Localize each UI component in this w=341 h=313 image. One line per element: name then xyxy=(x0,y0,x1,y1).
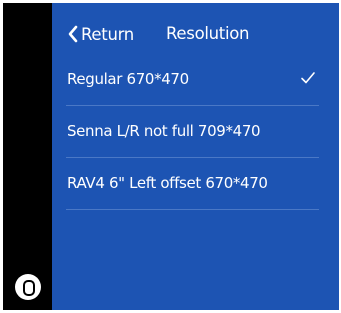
chevron-left-icon xyxy=(68,25,78,43)
option-senna[interactable]: Senna L/R not full 709*470 xyxy=(52,106,339,158)
option-label: RAV4 6" Left offset 670*470 xyxy=(67,174,268,192)
resolution-screen: Return Resolution Regular 670*470 Senna … xyxy=(52,3,339,310)
return-label: Return xyxy=(81,24,134,44)
home-button-icon xyxy=(23,280,35,296)
device-frame: Return Resolution Regular 670*470 Senna … xyxy=(0,0,341,313)
option-rav4[interactable]: RAV4 6" Left offset 670*470 xyxy=(52,158,339,210)
option-label: Regular 670*470 xyxy=(67,70,189,88)
top-bar: Return Resolution xyxy=(52,3,339,53)
page-title: Resolution xyxy=(166,24,250,43)
return-button[interactable]: Return xyxy=(66,22,134,46)
divider xyxy=(66,209,319,210)
left-rail xyxy=(3,3,52,310)
option-label: Senna L/R not full 709*470 xyxy=(67,122,261,140)
option-regular[interactable]: Regular 670*470 xyxy=(52,54,339,106)
home-button[interactable] xyxy=(15,274,41,300)
checkmark-icon xyxy=(301,72,315,84)
